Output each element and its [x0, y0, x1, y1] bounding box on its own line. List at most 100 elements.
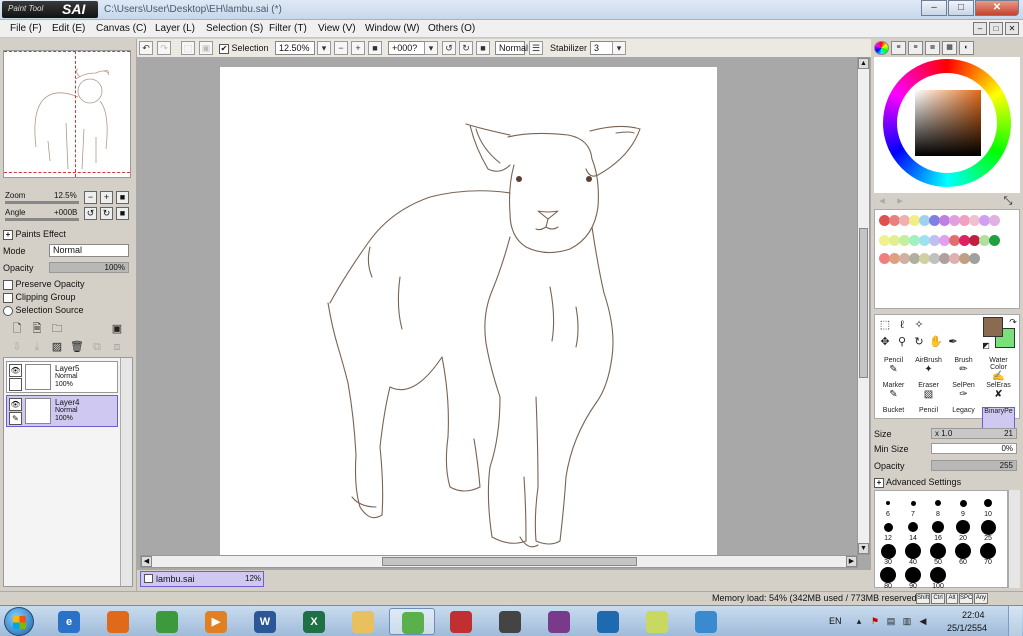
tool-marker[interactable]: Marker ✎ [877, 382, 910, 406]
lock-toggle[interactable] [9, 378, 22, 391]
tool-eraser[interactable]: Eraser ▧ [912, 382, 945, 406]
rgb-slider-tab-icon[interactable]: ≡ [891, 41, 906, 55]
tool-water-color[interactable]: Water Color ✍ [982, 357, 1015, 382]
zoom-in-icon[interactable]: + [351, 41, 365, 55]
show-desktop-button[interactable] [1008, 606, 1022, 636]
primary-color[interactable] [983, 317, 1003, 337]
eyedropper-icon[interactable]: ✒ [946, 335, 960, 349]
brush-preset-dot[interactable] [980, 519, 996, 535]
clipping-group-option[interactable]: Clipping Group [3, 292, 76, 303]
angle-field[interactable]: +000? [388, 41, 428, 55]
preserve-opacity-option[interactable]: Preserve Opacity [3, 279, 85, 290]
menu-selection[interactable]: Selection (S) [206, 23, 263, 34]
taskbar-excel[interactable]: X [291, 608, 337, 635]
zoom-slider[interactable] [5, 201, 79, 204]
selection-source-radio[interactable] [3, 305, 13, 316]
clock-date[interactable]: 25/1/2554 [947, 623, 987, 633]
tray-flag-icon[interactable]: ⚑ [868, 614, 882, 628]
clock-time[interactable]: 22:04 [962, 610, 985, 620]
flatten-icon[interactable]: ⧈ [110, 340, 124, 354]
close-button[interactable]: ✕ [975, 0, 1019, 16]
tool-selpen[interactable]: SelPen ✑ [947, 382, 980, 406]
paints-effect-header[interactable]: + Paints Effect [3, 229, 66, 240]
lasso-icon[interactable]: ℓ [895, 318, 909, 332]
brush-preset-dot[interactable] [880, 543, 896, 559]
clipping-group-checkbox[interactable] [3, 292, 13, 303]
brush-preset-dot[interactable] [930, 567, 946, 583]
rotate-reset-icon[interactable]: ■ [476, 41, 490, 55]
volume-icon[interactable]: ◀ [916, 614, 930, 628]
selection-checkbox[interactable]: ✔ [219, 43, 229, 54]
menu-edit[interactable]: Edit (E) [52, 23, 85, 34]
brush-preset-dot[interactable] [955, 543, 971, 559]
color-wheel-tab-icon[interactable] [874, 41, 889, 55]
pen-icon[interactable]: ✎ [9, 412, 22, 425]
maximize-button[interactable]: □ [948, 0, 974, 16]
minimize-button[interactable]: – [921, 0, 947, 16]
taskbar-paint-tool-sai[interactable] [389, 608, 435, 635]
taskbar-firefox[interactable] [95, 608, 141, 635]
horizontal-scroll-thumb[interactable] [382, 557, 637, 566]
new-linework-layer-icon[interactable]: 🗎 [30, 322, 44, 336]
stabilizer-dropdown-icon[interactable]: ▾ [612, 41, 626, 55]
canvas-horizontal-scrollbar[interactable]: ◀ ▶ [140, 555, 858, 568]
doc-restore-button[interactable]: □ [989, 22, 1003, 35]
clear-layer-icon[interactable]: ▨ [50, 340, 64, 354]
rotate-left-icon[interactable]: ↺ [442, 41, 456, 55]
zoom-out-icon[interactable]: − [334, 41, 348, 55]
menu-filter[interactable]: Filter (T) [269, 23, 307, 34]
language-indicator[interactable]: EN [829, 616, 842, 626]
zoom-field[interactable]: 12.50% [275, 41, 315, 55]
rotate-right-icon[interactable]: ↻ [459, 41, 473, 55]
drawing-canvas[interactable] [220, 67, 717, 556]
brush-preset-dot[interactable] [930, 543, 946, 559]
brush-preset-dot[interactable] [886, 501, 890, 505]
tray-up-icon[interactable]: ▴ [852, 614, 866, 628]
brush-preset-dot[interactable] [883, 522, 893, 532]
blend-mode-field[interactable]: Normal [495, 41, 528, 55]
taskbar-sticky-notes[interactable] [634, 608, 680, 635]
taskbar-picasa[interactable] [438, 608, 484, 635]
hand-icon[interactable]: ✋ [929, 335, 943, 349]
brush-preset-dot[interactable] [905, 543, 921, 559]
color-swatch[interactable] [989, 235, 1000, 246]
taskbar-word[interactable]: W [242, 608, 288, 635]
eye-icon[interactable]: 👁 [9, 398, 22, 411]
zoom-icon[interactable]: ⚲ [895, 335, 909, 349]
stabilizer-field[interactable]: 3 [590, 41, 614, 55]
doc-minimize-button[interactable]: – [973, 22, 987, 35]
brush-presets-scrollbar[interactable] [1008, 490, 1020, 588]
select-rect-icon[interactable]: ⬚ [878, 318, 892, 332]
scratchpad-tab-icon[interactable]: ◐ [959, 41, 974, 55]
menu-canvas[interactable]: Canvas (C) [96, 23, 147, 34]
swap-colors-icon[interactable]: ↷ [1006, 315, 1020, 329]
opacity-bar[interactable]: 100% [49, 262, 129, 273]
mixer-tab-icon[interactable]: ≣ [925, 41, 940, 55]
swatch-forward-icon[interactable]: ▸ [893, 194, 907, 208]
menu-window[interactable]: Window (W) [365, 23, 419, 34]
brush-preset-dot[interactable] [932, 521, 944, 533]
tool-seleras[interactable]: SelEras ✘ [982, 382, 1015, 406]
brush-preset-dot[interactable] [905, 567, 921, 583]
start-button[interactable] [4, 607, 34, 636]
invert-selection-icon[interactable]: ▣ [199, 41, 213, 55]
selection-source-option[interactable]: Selection Source [3, 305, 84, 316]
nav-zoom-in-icon[interactable]: + [100, 191, 113, 204]
new-folder-icon[interactable]: 🗀 [50, 322, 64, 336]
brush-preset-dot[interactable] [959, 499, 967, 507]
color-swatch[interactable] [989, 215, 1000, 226]
taskbar-movie-maker[interactable] [487, 608, 533, 635]
eye-icon[interactable]: 👁 [9, 364, 22, 377]
layer-row-selected[interactable]: 👁 ✎ Layer4 Normal 100% [6, 395, 118, 427]
menu-file[interactable]: File (F) [10, 23, 42, 34]
blend-mode-select[interactable]: Normal [49, 244, 129, 257]
layer-row[interactable]: 👁 Layer5 Normal 100% [6, 361, 118, 393]
swatch-toggle-icon[interactable]: ⤡ [1001, 194, 1015, 208]
move-icon[interactable]: ✥ [878, 335, 892, 349]
tray-device-icon[interactable]: ▤ [884, 614, 898, 628]
min-size-bar[interactable]: 0% [931, 443, 1017, 454]
mask-icon[interactable]: ▣ [110, 322, 124, 336]
taskbar-explorer[interactable] [340, 608, 386, 635]
menu-layer[interactable]: Layer (L) [155, 23, 195, 34]
deselect-icon[interactable]: ⬚ [181, 41, 195, 55]
